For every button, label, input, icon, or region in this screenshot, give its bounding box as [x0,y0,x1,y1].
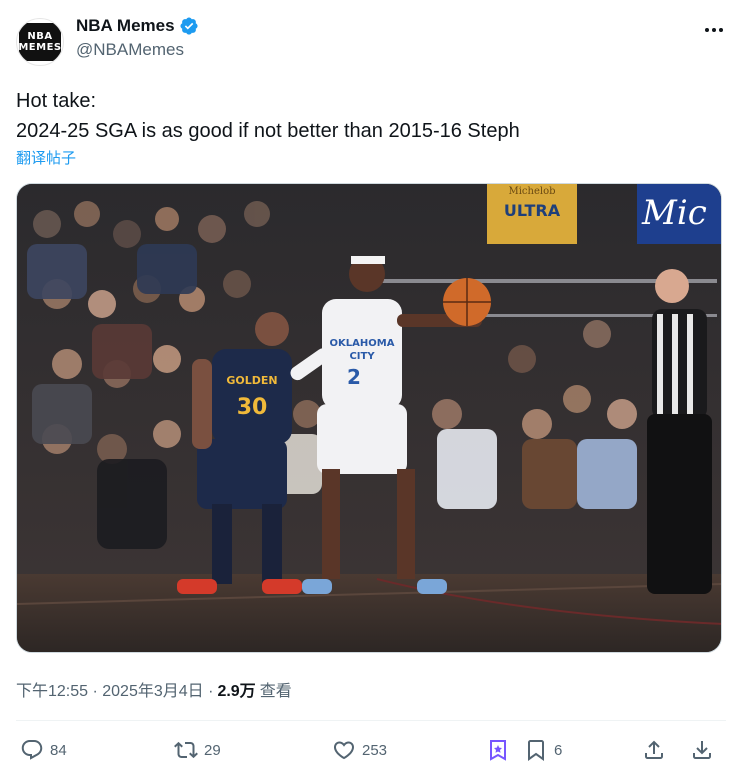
referee [647,269,712,594]
download-icon [693,741,711,759]
timestamp[interactable]: 下午12:55 · 2025年3月4日 · [16,677,213,701]
repost-count: 29 [204,741,221,759]
view-count: 2.9万 [217,683,256,700]
more-options-icon[interactable] [702,20,726,40]
jersey-left-number: 30 [237,395,268,420]
jersey-left-text: GOLDEN [226,374,277,387]
avatar[interactable]: NBA MEMES [16,18,64,66]
grok-button[interactable] [486,734,510,766]
author-handle[interactable]: @NBAMemes [76,40,199,60]
avatar-text-nba: NBA [27,31,53,42]
translate-post-link[interactable]: 翻译帖子 [16,147,76,168]
heart-icon [333,741,355,760]
banner-top-text: Michelob [508,186,555,197]
share-icon [645,740,663,759]
view-label: 查看 [259,683,292,700]
share-button[interactable] [642,734,666,766]
avatar-logo: NBA MEMES [18,23,62,61]
bookmark-icon [528,740,544,761]
tweet-meta: 下午12:55 · 2025年3月4日 · 2.9万 查看 [16,677,292,701]
verified-badge-icon[interactable] [179,16,199,36]
download-button[interactable] [690,734,714,766]
like-count: 253 [362,741,388,759]
jersey-right-text-1: OKLAHOMA [330,338,395,349]
repost-icon [174,741,198,759]
reply-count: 84 [50,741,67,759]
display-name[interactable]: NBA Memes [76,16,175,36]
banner-ultra-text: ULTRA [504,201,561,220]
grok-icon [490,740,506,761]
reply-button[interactable]: 84 [20,734,67,766]
tweet-text: Hot take: 2024-25 SGA is as good if not … [16,86,726,146]
photo-basketball-scene: Michelob ULTRA Mic GOLDEN 30 OKLAHOMA CI… [17,184,721,652]
reply-icon [21,740,43,760]
repost-button[interactable]: 29 [174,734,221,766]
banner-right-text: Mic [641,193,707,233]
action-bar: 84 29 253 6 [16,734,726,766]
tweet-line-2: 2024-25 SGA is as good if not better tha… [16,120,520,142]
tweet-header: NBA MEMES NBA Memes @NBAMemes [16,14,726,66]
bookmark-count: 6 [554,741,563,759]
tweet-photo[interactable]: Michelob ULTRA Mic GOLDEN 30 OKLAHOMA CI… [16,183,722,653]
divider [16,720,726,721]
author-info: NBA Memes @NBAMemes [76,16,199,60]
avatar-text-memes: MEMES [18,42,62,53]
like-button[interactable]: 253 [332,734,387,766]
bookmark-button[interactable]: 6 [524,734,562,766]
jersey-right-text-2: CITY [349,351,375,362]
jersey-right-number: 2 [347,365,361,389]
tweet-line-1: Hot take: [16,90,97,112]
